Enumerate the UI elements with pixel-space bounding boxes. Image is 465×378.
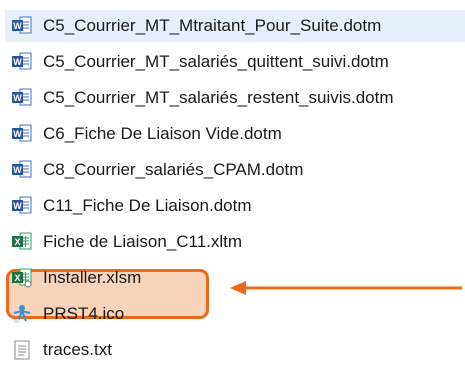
pointer-arrow-icon: [230, 281, 462, 295]
file-name: traces.txt: [43, 340, 112, 359]
svg-text:W: W: [13, 21, 22, 31]
file-row[interactable]: W C6_Fiche De Liaison Vide.dotm: [5, 118, 282, 150]
excel-macro-icon: X: [11, 267, 33, 289]
excel-template-icon: X: [11, 231, 33, 253]
file-row[interactable]: W C5_Courrier_MT_Mtraitant_Pour_Suite.do…: [5, 10, 465, 42]
file-name: C8_Courrier_salariés_CPAM.dotm: [43, 160, 304, 179]
file-row[interactable]: X Installer.xlsm: [5, 262, 141, 294]
file-name: C6_Fiche De Liaison Vide.dotm: [43, 124, 282, 143]
svg-text:W: W: [13, 93, 22, 103]
svg-text:W: W: [13, 129, 22, 139]
svg-text:W: W: [13, 57, 22, 67]
word-template-icon: W: [11, 123, 33, 145]
file-name: PRST4.ico: [43, 304, 125, 323]
word-template-icon: W: [11, 51, 33, 73]
file-row[interactable]: PRST4.ico: [5, 298, 124, 330]
file-name: C5_Courrier_MT_Mtraitant_Pour_Suite.dotm: [43, 16, 382, 35]
file-name: Fiche de Liaison_C11.xltm: [43, 232, 243, 251]
file-name: C5_Courrier_MT_salariés_quittent_suivi.d…: [43, 52, 389, 71]
file-row[interactable]: W C5_Courrier_MT_salariés_quittent_suivi…: [5, 46, 389, 78]
file-row[interactable]: W C5_Courrier_MT_salariés_restent_suivis…: [5, 82, 394, 114]
word-template-icon: W: [11, 15, 33, 37]
file-name: C11_Fiche De Liaison.dotm: [43, 196, 252, 215]
svg-text:X: X: [14, 273, 20, 283]
svg-text:W: W: [13, 201, 22, 211]
svg-text:W: W: [13, 165, 22, 175]
ico-file-icon: [11, 303, 33, 325]
file-row[interactable]: X Fiche de Liaison_C11.xltm: [5, 226, 242, 258]
svg-text:X: X: [14, 237, 20, 247]
text-file-icon: [11, 339, 33, 361]
file-row[interactable]: traces.txt: [5, 334, 112, 366]
file-name: C5_Courrier_MT_salariés_restent_suivis.d…: [43, 88, 394, 107]
file-row[interactable]: W C8_Courrier_salariés_CPAM.dotm: [5, 154, 303, 186]
word-template-icon: W: [11, 159, 33, 181]
file-row[interactable]: W C11_Fiche De Liaison.dotm: [5, 190, 252, 222]
file-name: Installer.xlsm: [43, 268, 142, 287]
word-template-icon: W: [11, 87, 33, 109]
word-template-icon: W: [11, 195, 33, 217]
